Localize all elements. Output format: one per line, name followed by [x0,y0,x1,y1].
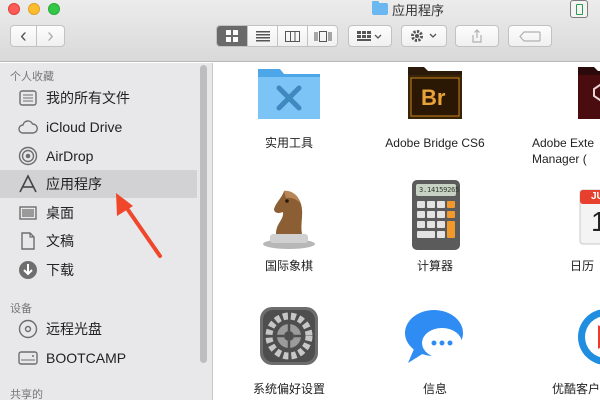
sidebar-item-all-files[interactable]: 我的所有文件 [0,84,197,112]
calculator-display-text: 3.14159265 [419,186,460,194]
sidebar-item-downloads[interactable]: 下载 [0,256,197,284]
applications-icon [18,174,38,194]
cloud-icon [18,117,38,137]
favorites-header: 个人收藏 [10,71,54,83]
arrange-menu-button[interactable] [348,25,392,47]
sidebar-item-airdrop[interactable]: AirDrop [0,142,197,170]
sidebar-item-applications[interactable]: 应用程序 [0,170,197,198]
utilities-folder-icon [252,63,326,129]
folder-icon [372,1,388,15]
close-window-button[interactable] [8,3,20,15]
sidebar-item-desktop[interactable]: 桌面 [0,199,197,227]
grid-icon [226,30,238,42]
app-name: 实用工具 [264,136,313,150]
view-mode-segment [216,25,338,47]
app-name: 国际象棋 [264,259,313,273]
app-youku[interactable]: 优酷客户 [514,301,600,397]
gear-icon [411,30,437,42]
all-files-icon [18,88,38,108]
back-button[interactable]: ‹ [10,25,37,47]
tags-button[interactable] [508,25,552,47]
list-icon [255,30,270,41]
app-calculator[interactable]: 3.14159265 计算器 [370,178,500,274]
sidebar-item-label: 远程光盘 [46,321,102,337]
chevron-left-icon: ‹ [20,25,27,47]
remote-disc-icon [18,319,38,339]
window-title-text: 应用程序 [392,2,445,18]
sidebar-item-label: iCloud Drive [46,119,123,135]
app-system-preferences[interactable]: 系统偏好设置 [224,301,354,397]
sidebar-item-label: BOOTCAMP [46,350,127,366]
tag-icon [519,30,541,42]
desktop-icon [18,203,38,223]
columns-icon [285,30,300,42]
chess-knight-icon [252,178,326,252]
devices-header: 设备 [10,303,32,315]
sidebar-item-documents[interactable]: 文稿 [0,227,197,255]
share-icon [472,29,482,43]
sidebar-item-bootcamp[interactable]: BOOTCAMP [0,344,197,372]
youku-icon [542,301,600,375]
chevron-right-icon: › [47,25,54,47]
coverflow-view-button[interactable] [307,26,337,46]
sidebar-item-label: 应用程序 [46,176,102,192]
sidebar-item-label: AirDrop [46,148,94,164]
app-name: 系统偏好设置 [252,382,325,396]
phone-extension-icon[interactable] [570,0,588,18]
app-name: 日历 [570,259,595,273]
list-view-button[interactable] [247,26,277,46]
app-utilities[interactable]: 实用工具 [224,63,354,151]
app-messages[interactable]: 信息 [370,301,500,397]
app-chess[interactable]: 国际象棋 [224,178,354,274]
sidebar-item-icloud-drive[interactable]: iCloud Drive [0,113,197,141]
adobe-bridge-logo-text: Br [421,85,446,110]
share-button[interactable] [455,25,499,47]
finder-sidebar: 个人收藏 我的所有文件 iCloud Drive AirDrop 应用程序 桌面… [0,63,213,400]
drive-icon [18,348,38,368]
coverflow-icon [314,30,331,42]
zoom-window-button[interactable] [48,3,60,15]
sidebar-item-label: 桌面 [46,205,74,221]
app-adobe-extension-manager[interactable]: Adobe Exte Manager ( [514,63,600,167]
applications-grid: 实用工具 Br Adobe Bridge CS6 Adobe Exte Mana… [214,63,600,400]
shared-header: 共享的 [10,389,43,400]
calendar-month-text: JUL [591,191,600,202]
calculator-icon: 3.14159265 [398,178,472,252]
app-adobe-bridge[interactable]: Br Adobe Bridge CS6 [370,63,500,151]
column-view-button[interactable] [277,26,307,46]
sidebar-item-label: 文稿 [46,233,74,249]
adobe-extension-manager-icon [542,63,600,129]
adobe-bridge-icon: Br [398,63,472,129]
minimize-window-button[interactable] [28,3,40,15]
arrange-icon [357,30,382,41]
documents-icon [18,231,38,251]
window-title: 应用程序 [372,0,444,18]
app-name: Adobe Exte Manager ( [532,136,595,166]
app-name: 计算器 [416,259,453,273]
app-name: Adobe Bridge CS6 [385,136,485,150]
airdrop-icon [18,146,38,166]
forward-button[interactable]: › [37,25,65,47]
icon-view-button[interactable] [217,26,247,46]
app-calendar[interactable]: JUL 17 日历 [514,178,600,274]
sidebar-item-remote-disc[interactable]: 远程光盘 [0,315,197,343]
downloads-icon [18,260,38,280]
app-name: 优酷客户 [552,382,600,396]
finder-toolbar: 应用程序 ‹ › [0,0,600,62]
messages-icon [398,301,472,375]
app-name: 信息 [422,382,447,396]
sidebar-item-label: 下载 [46,262,74,278]
system-preferences-icon [252,301,326,375]
calendar-day-text: 17 [591,206,600,237]
calendar-icon: JUL 17 [542,178,600,252]
action-menu-button[interactable] [401,25,447,47]
sidebar-item-label: 我的所有文件 [46,90,130,106]
sidebar-scrollbar[interactable] [200,65,207,363]
